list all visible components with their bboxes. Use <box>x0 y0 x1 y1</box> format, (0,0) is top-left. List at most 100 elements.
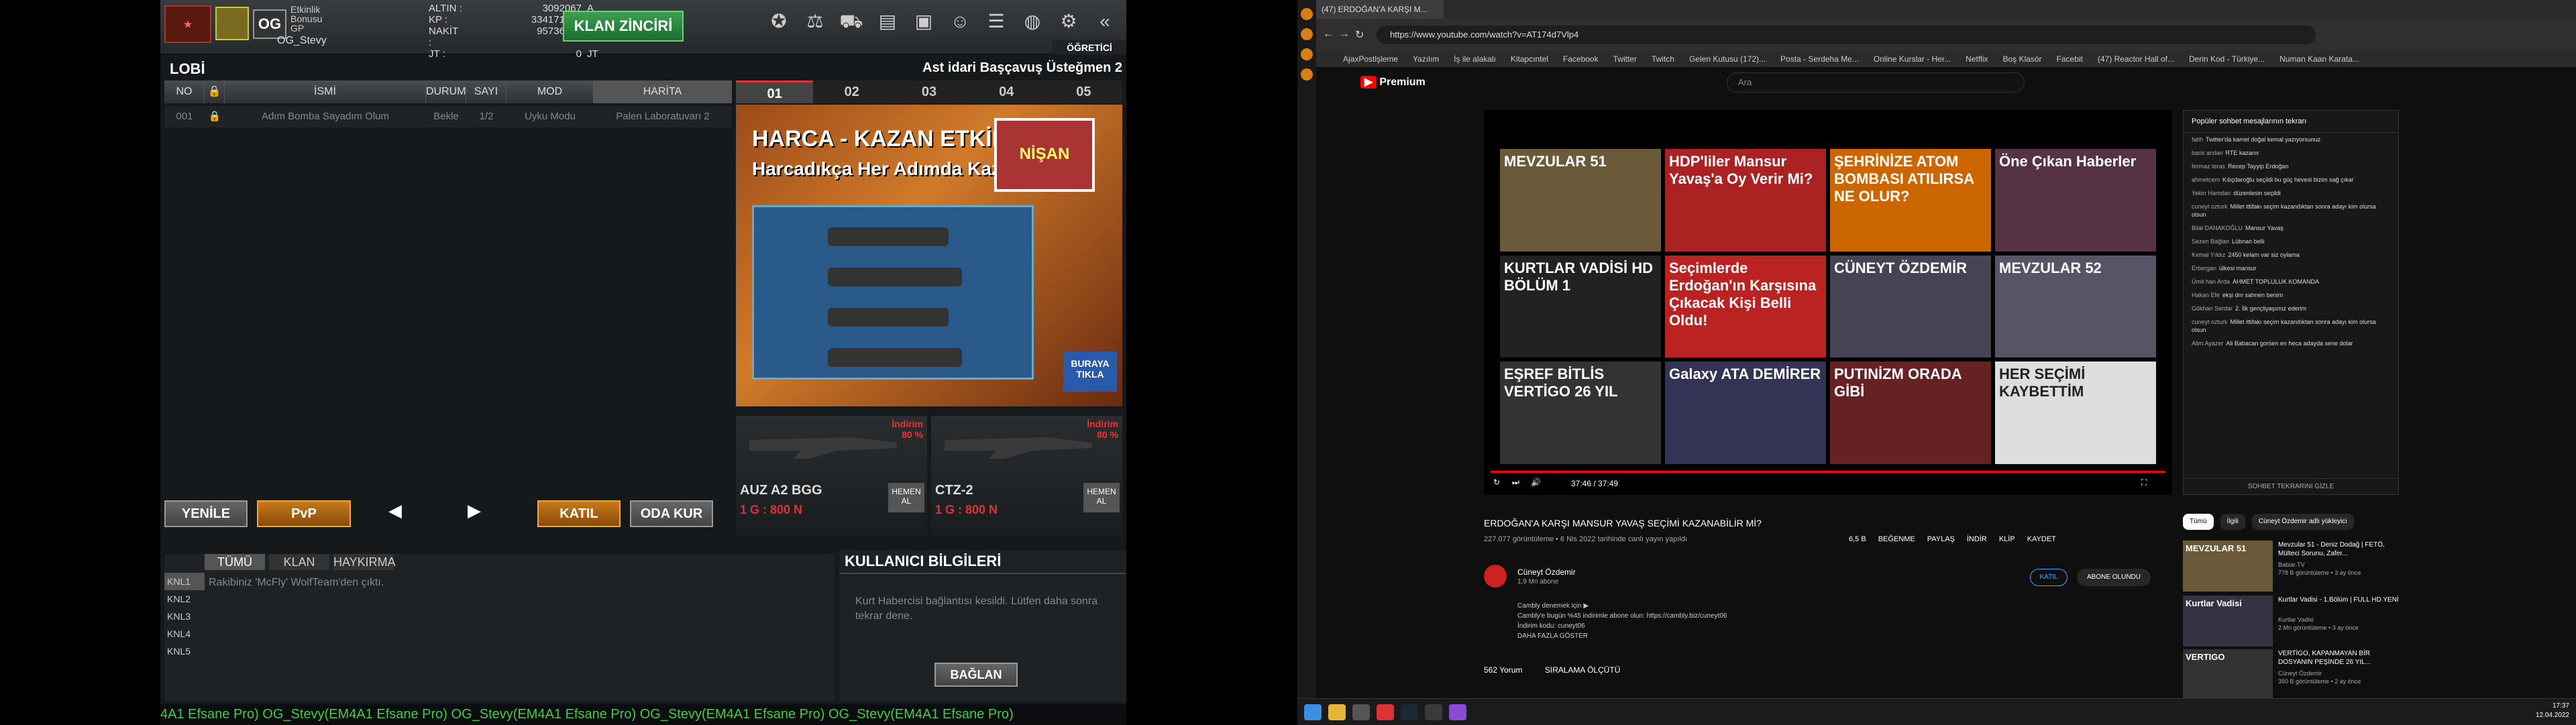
bookmark[interactable]: Derin Kod - Türkiye... <box>2189 51 2265 67</box>
bookmark[interactable]: AjaxPostlşleme <box>1343 51 1398 67</box>
explorer-icon[interactable] <box>1328 704 1346 720</box>
avatar[interactable] <box>1484 565 1507 588</box>
globe-icon[interactable]: ◍ <box>1018 7 1047 36</box>
sort-button[interactable]: SIRALAMA ÖLÇÜTÜ <box>1545 665 1621 675</box>
sidebar-icon[interactable] <box>1301 68 1313 80</box>
recommendation[interactable]: VERTIGO VERTİGO, KAPANMAYAN BİR DOSYANIN… <box>2183 649 2399 700</box>
tab-02[interactable]: 02 <box>813 80 890 103</box>
bookmark[interactable]: Posta - Serdeha Me... <box>1780 51 1859 67</box>
sidebar-icon[interactable] <box>1301 28 1313 40</box>
download-button[interactable]: İNDİR <box>1967 535 1987 543</box>
bookmark[interactable]: Facebook <box>1563 51 1599 67</box>
tab-04[interactable]: 04 <box>968 80 1045 103</box>
buy-now-button[interactable]: HEMEN AL <box>888 483 924 512</box>
progress-bar[interactable] <box>1491 471 2165 473</box>
bookmark[interactable]: İş ile alakalı <box>1454 51 1496 67</box>
fullscreen-icon[interactable]: ⛶ <box>2141 478 2147 488</box>
recommendation[interactable]: MEVZULAR 51 Mevzular 51 - Deniz Dodağ | … <box>2183 541 2399 592</box>
back-icon[interactable]: « <box>1090 7 1120 36</box>
sidebar-icon[interactable] <box>1301 48 1313 60</box>
mode-select[interactable]: PvP <box>257 500 351 527</box>
event-banner[interactable]: HARCA - KAZAN ETKİNLİĞİ Harcadıkça Her A… <box>736 105 1122 406</box>
subscribed-button[interactable]: ABONE OLUNDU <box>2077 569 2151 586</box>
recommendation[interactable]: Kurtlar Vadisi Kurtlar Vadisi - 1.Bölüm … <box>2183 596 2399 647</box>
chat-tab-shout[interactable]: HAYKIRMA <box>333 554 396 570</box>
filter-chip[interactable]: İlgili <box>2220 514 2245 530</box>
refresh-button[interactable]: YENİLE <box>164 500 248 527</box>
channel-item[interactable]: KNL2 <box>164 590 205 608</box>
join-button[interactable]: KATIL <box>537 500 621 527</box>
channel-item[interactable]: KNL4 <box>164 625 205 643</box>
bookmark[interactable]: Netflix <box>1966 51 1988 67</box>
weapon-card[interactable]: İndirim 80 % CTZ-2 1 G : 800 N HEMEN AL <box>931 416 1122 537</box>
back-icon[interactable]: ← <box>1323 28 1334 40</box>
vs-icon[interactable] <box>1449 704 1466 720</box>
event-icon[interactable]: ✪ <box>764 7 794 36</box>
sidebar-icon[interactable] <box>1301 8 1313 20</box>
create-room-button[interactable]: ODA KUR <box>630 500 713 527</box>
bookmark[interactable]: Kitapcıntel <box>1511 51 1548 67</box>
next-icon[interactable]: ⏭ <box>1512 478 1519 488</box>
search-input[interactable]: Ara <box>1727 72 2025 93</box>
bookmark[interactable]: (47) Reactor Hall of... <box>2098 51 2174 67</box>
weapon-card[interactable]: İndirim 80 % AUZ A2 BGG 1 G : 800 N HEME… <box>736 416 927 537</box>
thumb: PUTINİZM ORADA GİBİ <box>1830 361 1991 464</box>
opera-icon[interactable] <box>1377 704 1394 720</box>
volume-icon[interactable]: 🔊 <box>1531 478 1541 487</box>
channel-name[interactable]: Cüneyt Özdemir <box>1517 567 1576 577</box>
bookmark[interactable]: Twitch <box>1652 51 1674 67</box>
cart-icon[interactable]: ⛟ <box>837 7 866 36</box>
chat-tab-clan[interactable]: KLAN <box>269 554 329 570</box>
bookmark[interactable]: Facebit <box>2057 51 2083 67</box>
klan-zinciri-button[interactable]: KLAN ZİNCİRİ <box>563 11 684 42</box>
bookmark[interactable]: Twitter <box>1613 51 1637 67</box>
tab-01[interactable]: 01 <box>736 80 814 103</box>
tutorial-button[interactable]: ÖĞRETİCİ <box>1053 40 1126 55</box>
youtube-logo[interactable]: ▶ Premium <box>1360 75 1426 89</box>
game-icon[interactable] <box>1352 704 1370 720</box>
thumb: KURTLAR VADİSİ HD BÖLÜM 1 <box>1500 255 1661 358</box>
prev-arrow-icon[interactable]: ◀ <box>388 500 402 521</box>
connect-button[interactable]: BAĞLAN <box>934 663 1018 687</box>
hide-chat-button[interactable]: SOHBET TEKRARINI GİZLE <box>2184 478 2398 494</box>
next-arrow-icon[interactable]: ▶ <box>468 500 481 521</box>
app-icon[interactable] <box>1425 704 1442 720</box>
share-button[interactable]: PAYLAŞ <box>1927 535 1955 543</box>
forward-icon[interactable]: → <box>1339 28 1350 40</box>
gear-icon[interactable]: ⚙ <box>1054 7 1083 36</box>
reload-icon[interactable]: ↻ <box>1355 28 1364 42</box>
rec-channel: Babiar.TV 778 B görüntüleme • 3 ay önce <box>2278 561 2361 576</box>
friends-icon[interactable]: ☺ <box>945 7 975 36</box>
steam-icon[interactable] <box>1401 704 1418 720</box>
buy-now-button[interactable]: HEMEN AL <box>1083 483 1120 512</box>
channel-item[interactable]: KNL3 <box>164 608 205 625</box>
clip-button[interactable]: KLİP <box>1999 535 2015 543</box>
bookmark[interactable]: Gelen Kutusu (172)... <box>1689 51 1766 67</box>
box-icon[interactable]: ▣ <box>909 7 938 36</box>
dislike-button[interactable]: BEĞENME <box>1878 535 1915 543</box>
filter-chip[interactable]: Tümü <box>2183 514 2214 530</box>
chat-tab-all[interactable]: TÜMÜ <box>205 554 265 570</box>
bookmark[interactable]: Online Kurslar - Her... <box>1874 51 1951 67</box>
filter-chip[interactable]: Cüneyt Özdemir adlı yükleyici <box>2251 514 2354 530</box>
save-button[interactable]: KAYDET <box>2027 535 2056 543</box>
like-button[interactable]: 6,5 B <box>1849 535 1866 543</box>
shop-icon[interactable]: ⚖ <box>800 7 830 36</box>
channel-item[interactable]: KNL5 <box>164 643 205 660</box>
join-button[interactable]: KATIL <box>2030 569 2068 586</box>
table-row[interactable]: 001 🔒 Adım Bomba Sayadım Olum Bekle 1/2 … <box>164 106 732 127</box>
start-icon[interactable] <box>1304 704 1322 720</box>
list-icon[interactable]: ☰ <box>981 7 1011 36</box>
buraya-tikla-button[interactable]: BURAYA TIKLA <box>1063 351 1117 392</box>
bookmark[interactable]: Yazılım <box>1413 51 1439 67</box>
browser-tab[interactable]: (47) ERDOĞAN'A KARŞI M... <box>1316 0 1444 19</box>
video-player[interactable]: MEVZULAR 51 HDP'liler Mansur Yavaş'a Oy … <box>1484 110 2172 495</box>
channel-item[interactable]: KNL1 <box>164 573 205 590</box>
tab-03[interactable]: 03 <box>890 80 967 103</box>
inventory-icon[interactable]: ▤ <box>873 7 902 36</box>
tab-05[interactable]: 05 <box>1045 80 1122 103</box>
replay-icon[interactable]: ↻ <box>1493 478 1500 487</box>
bookmark[interactable]: Boş Klasör <box>2003 51 2042 67</box>
bookmark[interactable]: Numan Kaan Karata... <box>2279 51 2359 67</box>
url-input[interactable]: https://www.youtube.com/watch?v=AT174d7V… <box>1377 25 2316 44</box>
